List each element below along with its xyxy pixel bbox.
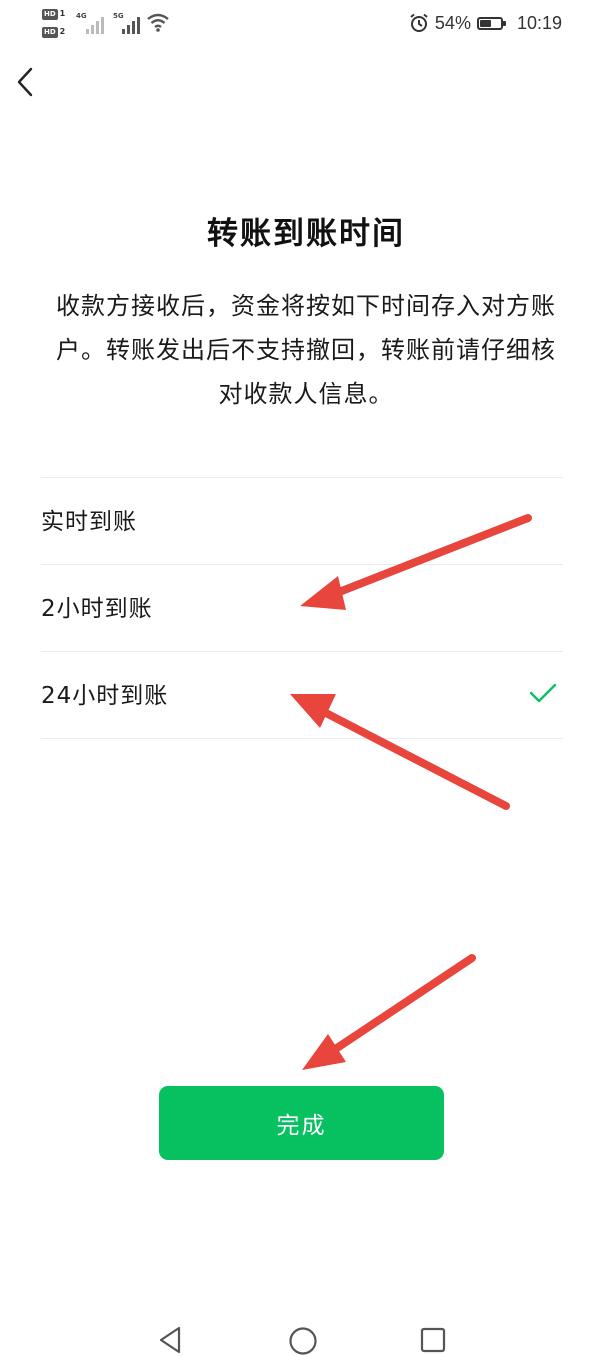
sim1-num: 1 [59,9,66,18]
signal-icon [86,14,108,34]
status-bar: HD 1 HD 2 4G 5G 54% 10:19 [0,0,612,46]
option-2-hours[interactable]: 2小时到账 [41,565,563,652]
clock: 10:19 [516,12,562,33]
status-right: 54% 10:19 [409,9,562,37]
option-realtime[interactable]: 实时到账 [41,478,563,565]
sim2-label: HD [42,27,58,38]
back-button[interactable] [10,62,40,102]
description: 收款方接收后，资金将按如下时间存入对方账户。转账发出后不支持撤回，转账前请仔细核… [56,292,556,408]
option-label: 24小时到账 [41,683,169,709]
option-24-hours[interactable]: 24小时到账 [41,652,563,739]
option-label: 实时到账 [41,509,137,535]
annotation-arrow [302,954,476,1070]
nav-recents-icon[interactable] [420,1326,446,1354]
sim1-indicator: HD 1 [42,8,72,20]
sim2-indicator: HD 2 [42,26,72,38]
nav-home-icon[interactable] [288,1326,318,1356]
done-button[interactable]: 完成 [159,1086,444,1160]
check-icon [529,683,557,703]
arrival-time-options: 实时到账 2小时到账 24小时到账 [41,477,563,739]
page-title: 转账到账时间 [207,216,405,252]
chevron-left-icon [17,67,33,97]
signal-icon [122,14,144,34]
sim1-label: HD [42,9,58,20]
battery-percent: 54% [434,12,471,33]
nav-back-icon[interactable] [157,1326,183,1354]
battery-fill [479,19,491,27]
battery-icon [476,16,506,30]
option-label: 2小时到账 [41,596,153,622]
wifi-icon [147,13,169,32]
alarm-icon [410,13,428,32]
system-nav-bar [0,1318,612,1356]
sim2-num: 2 [59,27,66,36]
